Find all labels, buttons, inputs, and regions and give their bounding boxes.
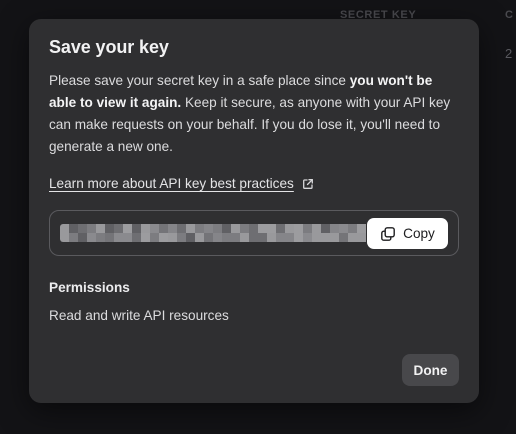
dialog-description: Please save your secret key in a safe pl… <box>49 70 459 158</box>
masked-key-pixel <box>132 233 141 242</box>
masked-key-pixel <box>87 233 96 242</box>
description-text-1: Please save your secret key in a safe pl… <box>49 73 350 88</box>
masked-key-pixel <box>78 233 87 242</box>
masked-key-pixel <box>195 224 204 233</box>
masked-key-pixel <box>339 233 348 242</box>
masked-key-pixel <box>249 233 258 242</box>
masked-key-pixel <box>60 233 69 242</box>
masked-key-pixel <box>123 233 132 242</box>
masked-key-pixel <box>69 233 78 242</box>
masked-key-pixel <box>123 224 132 233</box>
masked-key-pixel <box>348 233 357 242</box>
masked-key-pixel <box>258 224 267 233</box>
masked-key-pixel <box>339 224 348 233</box>
masked-key-pixel <box>150 224 159 233</box>
masked-key-pixel <box>60 224 69 233</box>
masked-key-pixel <box>159 224 168 233</box>
masked-key-pixel <box>321 224 330 233</box>
masked-key-pixel <box>78 224 87 233</box>
masked-key-pixel <box>303 224 312 233</box>
copy-button[interactable]: Copy <box>367 218 448 249</box>
masked-key-pixel <box>132 224 141 233</box>
copy-icon <box>381 226 396 241</box>
masked-key-pixel <box>141 224 150 233</box>
masked-key-pixel <box>357 233 366 242</box>
copy-button-label: Copy <box>403 226 435 241</box>
masked-key-pixel <box>168 233 177 242</box>
masked-key-pixel <box>267 224 276 233</box>
masked-key-pixel <box>276 224 285 233</box>
masked-key-pixel <box>69 224 78 233</box>
masked-key-pixel <box>87 224 96 233</box>
masked-key-pixel <box>330 224 339 233</box>
masked-key-pixel <box>213 224 222 233</box>
masked-key-pixel <box>105 224 114 233</box>
masked-key-pixel <box>96 224 105 233</box>
masked-key-pixel <box>150 233 159 242</box>
done-button[interactable]: Done <box>402 354 459 386</box>
masked-key-pixel <box>294 233 303 242</box>
masked-key-pixel <box>303 233 312 242</box>
masked-key-pixel <box>321 233 330 242</box>
permissions-heading: Permissions <box>49 280 130 295</box>
masked-key-pixel <box>357 224 366 233</box>
masked-key-pixel <box>222 233 231 242</box>
masked-key-pixel <box>312 233 321 242</box>
column-header-partial: C <box>505 9 513 21</box>
masked-key-pixel <box>294 224 303 233</box>
masked-key-pixel <box>204 224 213 233</box>
masked-key-pixel <box>177 233 186 242</box>
masked-key-pixel <box>267 233 276 242</box>
masked-key-pixel <box>285 233 294 242</box>
masked-key-pixel <box>195 233 204 242</box>
masked-key-pixel <box>114 224 123 233</box>
masked-key-pixel <box>114 233 123 242</box>
learn-more-link[interactable]: Learn more about API key best practices <box>49 176 314 191</box>
masked-key-pixel <box>249 224 258 233</box>
masked-key-pixel <box>186 224 195 233</box>
permissions-value: Read and write API resources <box>49 308 229 323</box>
masked-key-pixel <box>240 224 249 233</box>
secret-key-field[interactable]: Copy <box>49 210 459 256</box>
masked-key-pixel <box>168 224 177 233</box>
dialog-title: Save your key <box>49 37 169 57</box>
masked-key-pixel <box>231 224 240 233</box>
masked-key-pixel <box>141 233 150 242</box>
learn-more-label: Learn more about API key best practices <box>49 176 294 191</box>
masked-key-pixel <box>330 233 339 242</box>
masked-key-pixel <box>285 224 294 233</box>
masked-key-pixel <box>258 233 267 242</box>
masked-key-pixel <box>177 224 186 233</box>
masked-key-pixel <box>348 224 357 233</box>
masked-key-pixel <box>231 233 240 242</box>
table-cell-partial: 2 <box>505 46 513 61</box>
masked-key-pixel <box>222 224 231 233</box>
masked-key-pixel <box>276 233 285 242</box>
masked-key-pixel <box>96 233 105 242</box>
save-key-dialog: Save your key Please save your secret ke… <box>29 19 479 403</box>
masked-key-pixel <box>240 233 249 242</box>
masked-key-pixel <box>186 233 195 242</box>
external-link-icon <box>302 178 313 189</box>
masked-key-pixel <box>204 233 213 242</box>
masked-key-pixel <box>105 233 114 242</box>
masked-key-pixel <box>312 224 321 233</box>
masked-key-pixel <box>213 233 222 242</box>
masked-key-pixel <box>159 233 168 242</box>
